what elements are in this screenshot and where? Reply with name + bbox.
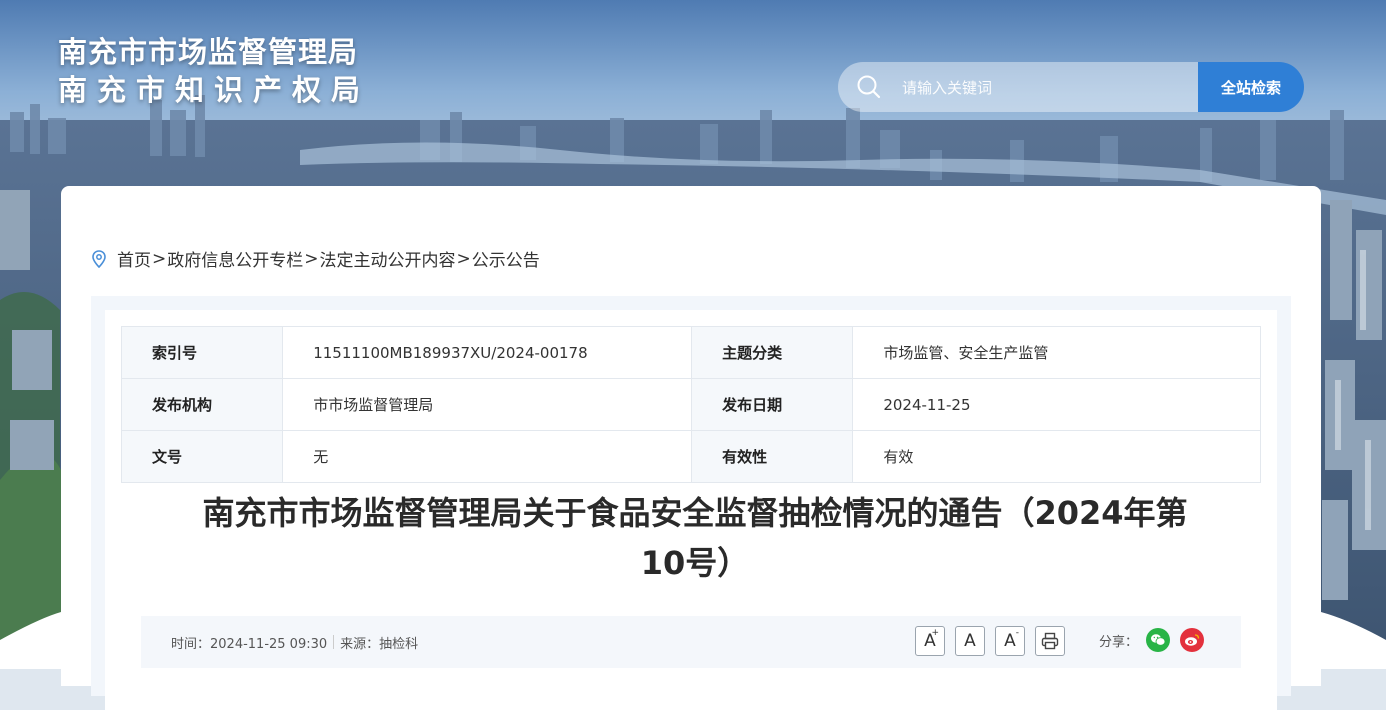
main-content-card: 首页 > 政府信息公开专栏 > 法定主动公开内容 > 公示公告 索引号 1151… <box>61 186 1321 710</box>
meta-key: 发布机构 <box>120 378 284 431</box>
breadcrumb-separator: > <box>304 248 319 269</box>
article-title: 南充市市场监督管理局关于食品安全监督抽检情况的通告（2024年第 10号） <box>165 488 1225 588</box>
article-panel: 索引号 11511100MB189937XU/2024-00178 主题分类 市… <box>105 310 1277 710</box>
meta-value: 市场监管、安全生产监管 <box>852 326 1261 379</box>
font-normal-label: A <box>964 631 976 651</box>
print-icon <box>1041 632 1059 650</box>
site-title-line1: 南充市市场监督管理局 <box>58 35 359 69</box>
font-decrease-button[interactable]: A- <box>995 626 1025 656</box>
table-row: 文号 无 有效性 有效 <box>120 430 1261 483</box>
breadcrumb-statutory[interactable]: 法定主动公开内容 <box>320 246 456 271</box>
table-row: 发布机构 市市场监督管理局 发布日期 2024-11-25 <box>120 378 1261 431</box>
meta-key: 有效性 <box>691 430 854 483</box>
article-source: 来源：抽检科 <box>340 636 419 652</box>
meta-key: 主题分类 <box>691 326 854 379</box>
article-meta: 时间：2024-11-25 09:30 来源：抽检科 <box>171 633 418 652</box>
font-decrease-label: A <box>1004 631 1016 651</box>
breadcrumb: 首页 > 政府信息公开专栏 > 法定主动公开内容 > 公示公告 <box>91 246 540 271</box>
search-icon <box>857 75 881 99</box>
article-title-line1: 南充市市场监督管理局关于食品安全监督抽检情况的通告（2024年第 <box>202 494 1188 532</box>
meta-key: 索引号 <box>120 326 284 379</box>
weibo-icon[interactable] <box>1180 628 1205 652</box>
publish-time: 时间：2024-11-25 09:30 <box>171 636 328 652</box>
article-title-line2: 10号） <box>640 544 750 582</box>
breadcrumb-home[interactable]: 首页 <box>117 246 151 271</box>
location-icon <box>92 249 106 268</box>
meta-value: 有效 <box>852 430 1261 483</box>
site-search-button[interactable]: 全站检索 <box>1198 62 1304 112</box>
breadcrumb-separator: > <box>152 248 167 269</box>
print-button[interactable] <box>1035 626 1065 656</box>
article-container: 索引号 11511100MB189937XU/2024-00178 主题分类 市… <box>91 296 1291 710</box>
breadcrumb-separator: > <box>456 248 471 269</box>
search-input[interactable]: 请输入关键词 <box>838 62 1198 112</box>
breadcrumb-announcements[interactable]: 公示公告 <box>472 246 540 271</box>
meta-key: 发布日期 <box>691 378 854 431</box>
table-row: 索引号 11511100MB189937XU/2024-00178 主题分类 市… <box>120 326 1261 379</box>
search-bar: 请输入关键词 全站检索 <box>838 62 1304 112</box>
meta-value: 2024-11-25 <box>852 378 1261 431</box>
font-increase-button[interactable]: A + <box>915 626 945 656</box>
meta-key: 文号 <box>120 430 284 483</box>
site-title-line2: 南充市知识产权局 <box>58 73 371 107</box>
meta-value: 市市场监督管理局 <box>282 378 693 431</box>
metadata-table: 索引号 11511100MB189937XU/2024-00178 主题分类 市… <box>120 326 1261 483</box>
breadcrumb-gov-info[interactable]: 政府信息公开专栏 <box>167 246 303 271</box>
search-placeholder: 请输入关键词 <box>902 78 993 97</box>
meta-value: 11511100MB189937XU/2024-00178 <box>282 326 693 379</box>
meta-value: 无 <box>282 430 693 483</box>
font-tools: A + A A- <box>915 626 1065 656</box>
divider <box>333 635 335 649</box>
site-title[interactable]: 南充市市场监督管理局 南充市知识产权局 <box>58 34 370 110</box>
article-info-bar: 时间：2024-11-25 09:30 来源：抽检科 A + A A- 分享： <box>141 616 1241 668</box>
wechat-icon[interactable] <box>1146 628 1171 652</box>
share-label: 分享： <box>1099 634 1139 650</box>
share-group: 分享： <box>1099 628 1214 652</box>
font-normal-button[interactable]: A <box>955 626 985 656</box>
